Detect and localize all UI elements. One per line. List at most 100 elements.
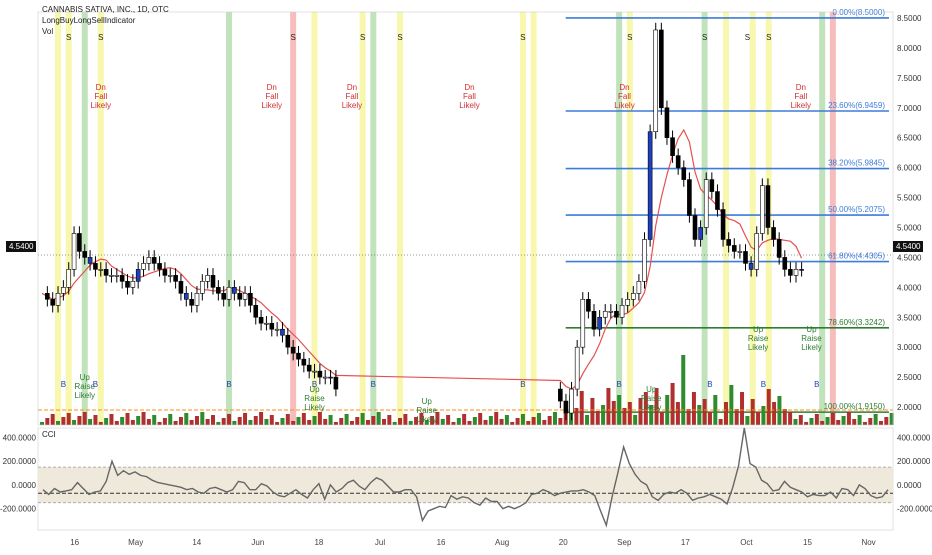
candle-body [237, 293, 243, 300]
price-tick-label: 4.0000 [897, 283, 922, 292]
fib-label: 23.60%(6.9459) [828, 101, 885, 110]
signal-stripe [829, 12, 836, 425]
fib-label: 61.80%(4.4305) [828, 252, 885, 261]
signal-stripe [616, 12, 623, 425]
price-tick-label: 8.5000 [897, 14, 922, 23]
candle-body [317, 370, 323, 378]
x-tick-label: Aug [495, 538, 509, 547]
volume-bar [301, 413, 306, 425]
buy-mark: B [312, 380, 317, 389]
volume-bar [269, 415, 274, 425]
volume-bar [61, 417, 66, 425]
volume-bar [221, 418, 226, 425]
sell-mark: S [360, 33, 365, 42]
cci-label: CCI [42, 430, 56, 439]
signal-label: Dn [96, 83, 106, 92]
price-tick-label: 2.5000 [897, 373, 922, 382]
volume-label: Vol [42, 27, 54, 36]
buy-mark: B [520, 380, 525, 389]
volume-bar [606, 388, 611, 425]
price-chart[interactable]: 0.00%(8.5000) 23.60%(6.9459) 38.20%(5.9845… [0, 0, 932, 550]
candle-body [216, 287, 221, 294]
candle-body [731, 245, 737, 252]
signal-stripe [819, 12, 826, 425]
candle-body [306, 364, 312, 372]
volume-bar [798, 415, 803, 425]
volume-bar [216, 422, 221, 425]
volume-bar [707, 412, 712, 425]
volume-bar [590, 398, 595, 425]
signal-label: Raise [801, 334, 822, 343]
candle-body [614, 310, 619, 318]
candle-body [285, 334, 291, 348]
candle-body [670, 137, 675, 156]
candle-body [799, 269, 804, 271]
signal-stripe [626, 12, 633, 425]
candle-body [205, 275, 210, 282]
volume-bar [200, 412, 205, 425]
candle-body [141, 263, 146, 270]
candle-body [87, 257, 93, 264]
volume-bar [88, 419, 93, 425]
volume-bar [841, 416, 846, 425]
sell-mark: S [627, 33, 632, 42]
signal-stripe [519, 12, 526, 425]
volume-bar [40, 422, 44, 425]
volume-bar [456, 418, 461, 425]
volume-bar [836, 420, 841, 425]
volume-bar [291, 421, 296, 425]
candle-body [125, 281, 130, 288]
volume-bar [750, 399, 755, 425]
volume-bar [804, 422, 809, 425]
signal-label: Dn [796, 83, 806, 92]
volume-bar [82, 412, 87, 425]
candle-body [681, 167, 687, 180]
signal-label: Likely [262, 101, 282, 110]
signal-stripe [226, 12, 233, 425]
candle-body [328, 376, 333, 379]
signal-label: Likely [75, 391, 95, 400]
fib-label: 50.00%(5.2075) [828, 205, 885, 214]
candle-body [296, 352, 301, 360]
volume-bar [873, 414, 878, 425]
volume-bar [686, 409, 691, 425]
cci-tick-label-left: 400.0000 [3, 433, 37, 442]
cci-tick-label-right: 200.0000 [897, 457, 931, 466]
candle-body [608, 310, 614, 313]
candle-body [776, 239, 782, 258]
volume-bar [387, 415, 392, 425]
candle-body [194, 293, 200, 306]
buy-mark: B [226, 380, 231, 389]
signal-label: Likely [614, 101, 634, 110]
volume-bar [579, 391, 584, 425]
signal-label: Up [80, 373, 91, 382]
price-tick-label: 7.0000 [897, 104, 922, 113]
volume-bar [280, 418, 285, 425]
volume-bar [702, 399, 707, 425]
chart-header: CANNABIS SATIVA, INC., 1D, OTC LongBuyLo… [42, 4, 169, 37]
candle-body [597, 316, 602, 330]
candle-body [563, 400, 569, 414]
price-tick-label: 5.0000 [897, 223, 922, 232]
volume-bar [178, 417, 183, 425]
volume-bar [109, 414, 114, 425]
price-frame [37, 11, 894, 426]
signal-label: Raise [417, 406, 438, 415]
volume-bar [670, 383, 675, 425]
candle-body [574, 346, 580, 390]
x-tick-label: May [128, 538, 143, 547]
volume-bar [360, 413, 365, 425]
volume-bar [857, 415, 862, 425]
volume-bar [547, 416, 552, 425]
candle-body [77, 233, 82, 252]
volume-bar [227, 414, 232, 425]
volume-bar [392, 422, 397, 425]
candle-body [264, 322, 269, 325]
candle-body [98, 269, 104, 271]
volume-bar [56, 421, 61, 425]
volume-bar [296, 417, 301, 425]
candle-body [189, 299, 194, 306]
sell-mark: S [702, 33, 707, 42]
volume-bar [285, 414, 290, 425]
x-tick-label: Sep [617, 538, 632, 547]
